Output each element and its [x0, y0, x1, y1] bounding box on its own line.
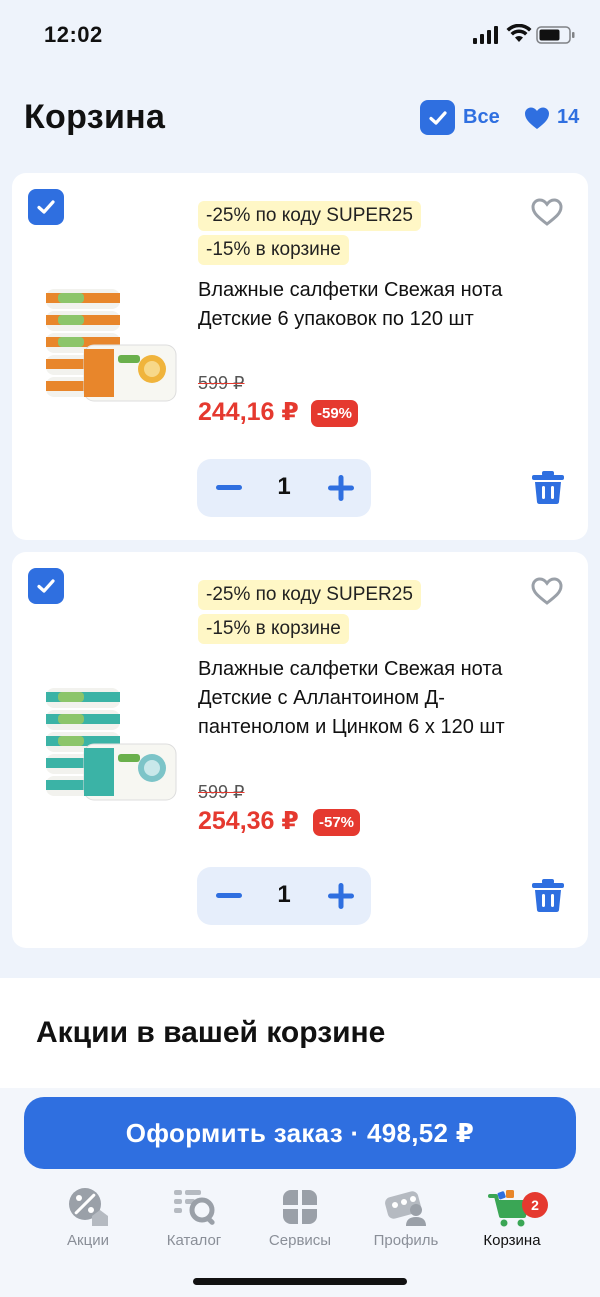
item-checkbox[interactable] [28, 568, 64, 604]
check-icon [37, 200, 55, 214]
plus-icon [328, 475, 354, 501]
minus-icon [216, 485, 242, 490]
current-price: 254,36 ₽ [198, 807, 299, 835]
tab-profile[interactable]: Профиль [356, 1186, 456, 1249]
home-indicator[interactable] [193, 1278, 407, 1285]
tab-label: Сервисы [268, 1232, 332, 1249]
cart-badge: 2 [522, 1192, 548, 1218]
old-price: 599 ₽ [198, 782, 245, 802]
tab-label: Корзина [483, 1232, 541, 1249]
services-grid-icon [283, 1190, 317, 1224]
minus-icon [216, 893, 242, 898]
favorites-count[interactable]: 14 [557, 106, 579, 129]
checkout-bar: Оформить заказ · 498,52 ₽ [0, 1088, 600, 1180]
trash-icon[interactable] [530, 879, 566, 913]
quantity-stepper: 1 [197, 867, 371, 925]
quantity-value: 1 [277, 473, 291, 500]
heart-outline-icon[interactable] [530, 197, 564, 227]
tab-catalog[interactable]: Каталог [144, 1186, 244, 1249]
promo-code-badge: -25% по коду SUPER25 [198, 201, 421, 231]
cart-item-card: -25% по коду SUPER25 -15% в корзине Влаж… [12, 552, 588, 948]
quantity-value: 1 [277, 881, 291, 908]
catalog-search-icon [174, 1190, 215, 1225]
tab-services[interactable]: Сервисы [250, 1186, 350, 1249]
wifi-icon [506, 24, 532, 42]
product-image[interactable] [40, 682, 184, 812]
current-price: 244,16 ₽ [198, 398, 299, 426]
status-time: 12:02 [44, 22, 103, 47]
tab-label: Каталог [166, 1232, 222, 1249]
tab-label: Акции [67, 1232, 109, 1249]
discount-badge: -59% [311, 400, 359, 427]
tab-label: Профиль [373, 1232, 439, 1249]
heart-outline-icon[interactable] [530, 576, 564, 606]
promo-cart-badge: -15% в корзине [198, 614, 349, 644]
plus-icon [328, 883, 354, 909]
quantity-stepper: 1 [197, 459, 371, 517]
page-title: Корзина [24, 98, 166, 136]
decrease-button[interactable] [209, 468, 249, 508]
decrease-button[interactable] [209, 876, 249, 916]
tab-cart[interactable]: 2 Корзина [462, 1186, 562, 1249]
tab-promotions[interactable]: Акции [38, 1186, 138, 1249]
check-icon [428, 110, 447, 125]
select-all-label[interactable]: Все [463, 106, 500, 129]
old-price: 599 ₽ [198, 373, 245, 393]
item-checkbox[interactable] [28, 189, 64, 225]
cellular-signal-icon [473, 26, 498, 44]
percent-tag-icon [69, 1188, 108, 1226]
cart-header: Корзина Все 14 [0, 90, 600, 150]
promotions-section: Акции в вашей корзине [0, 978, 600, 1088]
discount-badge: -57% [313, 809, 361, 836]
promo-code-badge: -25% по коду SUPER25 [198, 580, 421, 610]
check-icon [37, 579, 55, 593]
status-bar: 12:02 [0, 0, 600, 72]
increase-button[interactable] [321, 468, 361, 508]
battery-icon [536, 26, 575, 44]
increase-button[interactable] [321, 876, 361, 916]
product-name[interactable]: Влажные салфетки Свежая нота Детские с А… [198, 655, 528, 742]
profile-card-icon [385, 1191, 426, 1226]
section-title: Акции в вашей корзине [36, 1016, 386, 1049]
product-name[interactable]: Влажные салфетки Свежая нота Детские 6 у… [198, 276, 528, 334]
heart-filled-icon[interactable] [523, 105, 551, 131]
checkout-button[interactable]: Оформить заказ · 498,52 ₽ [24, 1097, 576, 1169]
trash-icon[interactable] [530, 471, 566, 505]
cart-item-card: -25% по коду SUPER25 -15% в корзине Влаж… [12, 173, 588, 540]
promo-cart-badge: -15% в корзине [198, 235, 349, 265]
select-all-checkbox[interactable] [420, 100, 455, 135]
product-image[interactable] [40, 283, 184, 413]
